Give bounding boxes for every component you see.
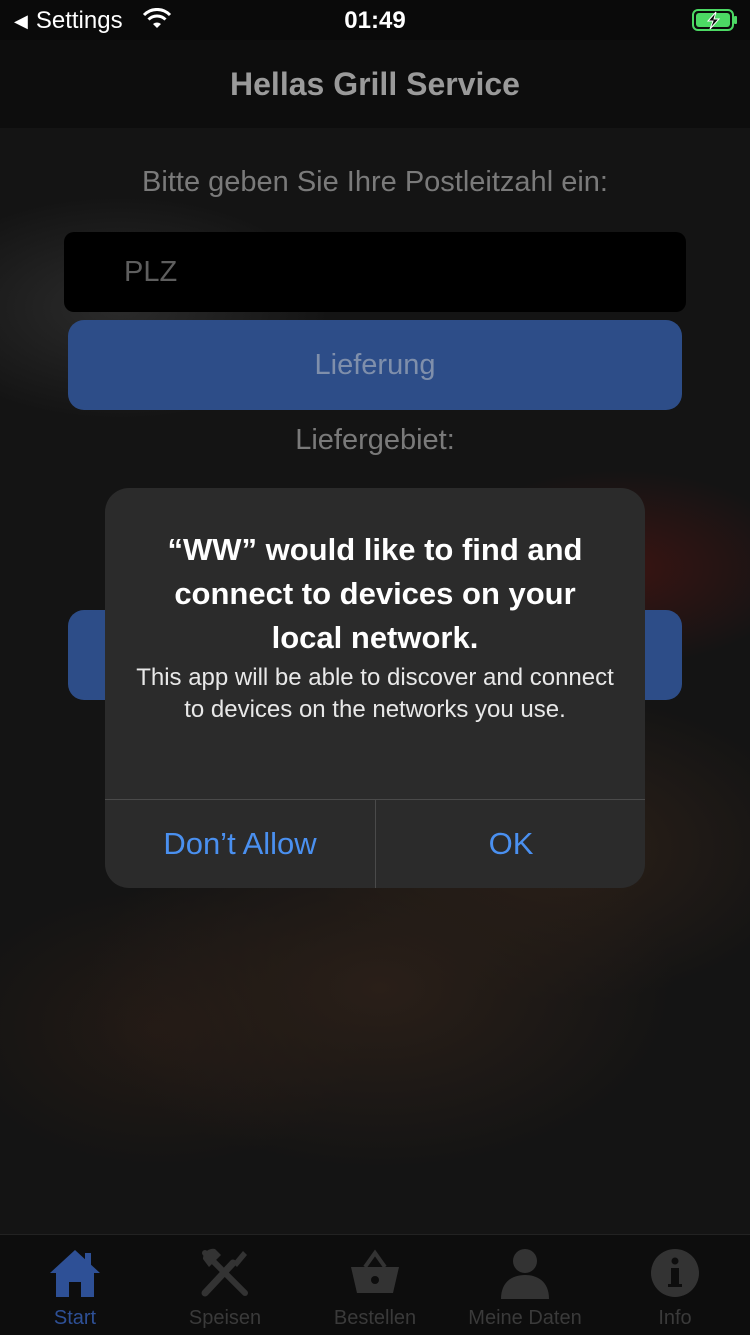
- fork-knife-icon: [195, 1243, 255, 1303]
- navigation-bar: Hellas Grill Service: [0, 40, 750, 128]
- local-network-permission-dialog: “WW” would like to find and connect to d…: [105, 488, 645, 888]
- basket-icon: [345, 1243, 405, 1303]
- tab-meine-daten[interactable]: Meine Daten: [450, 1235, 600, 1335]
- info-icon: [645, 1243, 705, 1303]
- tab-label: Meine Daten: [468, 1307, 582, 1329]
- ok-button[interactable]: OK: [376, 800, 645, 888]
- tab-label: Info: [658, 1307, 692, 1329]
- postcode-prompt: Bitte geben Sie Ihre Postleitzahl ein:: [142, 166, 608, 198]
- tab-info[interactable]: Info: [600, 1235, 750, 1335]
- tab-start[interactable]: Start: [0, 1235, 150, 1335]
- tab-label: Speisen: [188, 1307, 262, 1329]
- page-title: Hellas Grill Service: [230, 65, 520, 102]
- tab-bestellen[interactable]: Bestellen: [300, 1235, 450, 1335]
- tab-bar: Start Speisen Bestellen Meine Daten Info: [0, 1234, 750, 1335]
- dont-allow-button[interactable]: Don’t Allow: [105, 800, 375, 888]
- status-bar: ◀ Settings 01:49: [0, 0, 750, 40]
- plz-input[interactable]: [64, 232, 686, 312]
- tab-label: Bestellen: [333, 1307, 417, 1329]
- home-icon: [45, 1243, 105, 1303]
- delivery-area-label: Liefergebiet:: [295, 424, 455, 456]
- battery-charging-icon: [692, 9, 737, 31]
- status-time: 01:49: [344, 7, 406, 34]
- alert-title: “WW” would like to find and connect to d…: [167, 532, 583, 655]
- tab-speisen[interactable]: Speisen: [150, 1235, 300, 1335]
- person-icon: [495, 1243, 555, 1303]
- delivery-button[interactable]: Lieferung: [68, 320, 682, 410]
- alert-message: This app will be able to discover and co…: [136, 664, 614, 723]
- tab-label: Start: [53, 1307, 97, 1329]
